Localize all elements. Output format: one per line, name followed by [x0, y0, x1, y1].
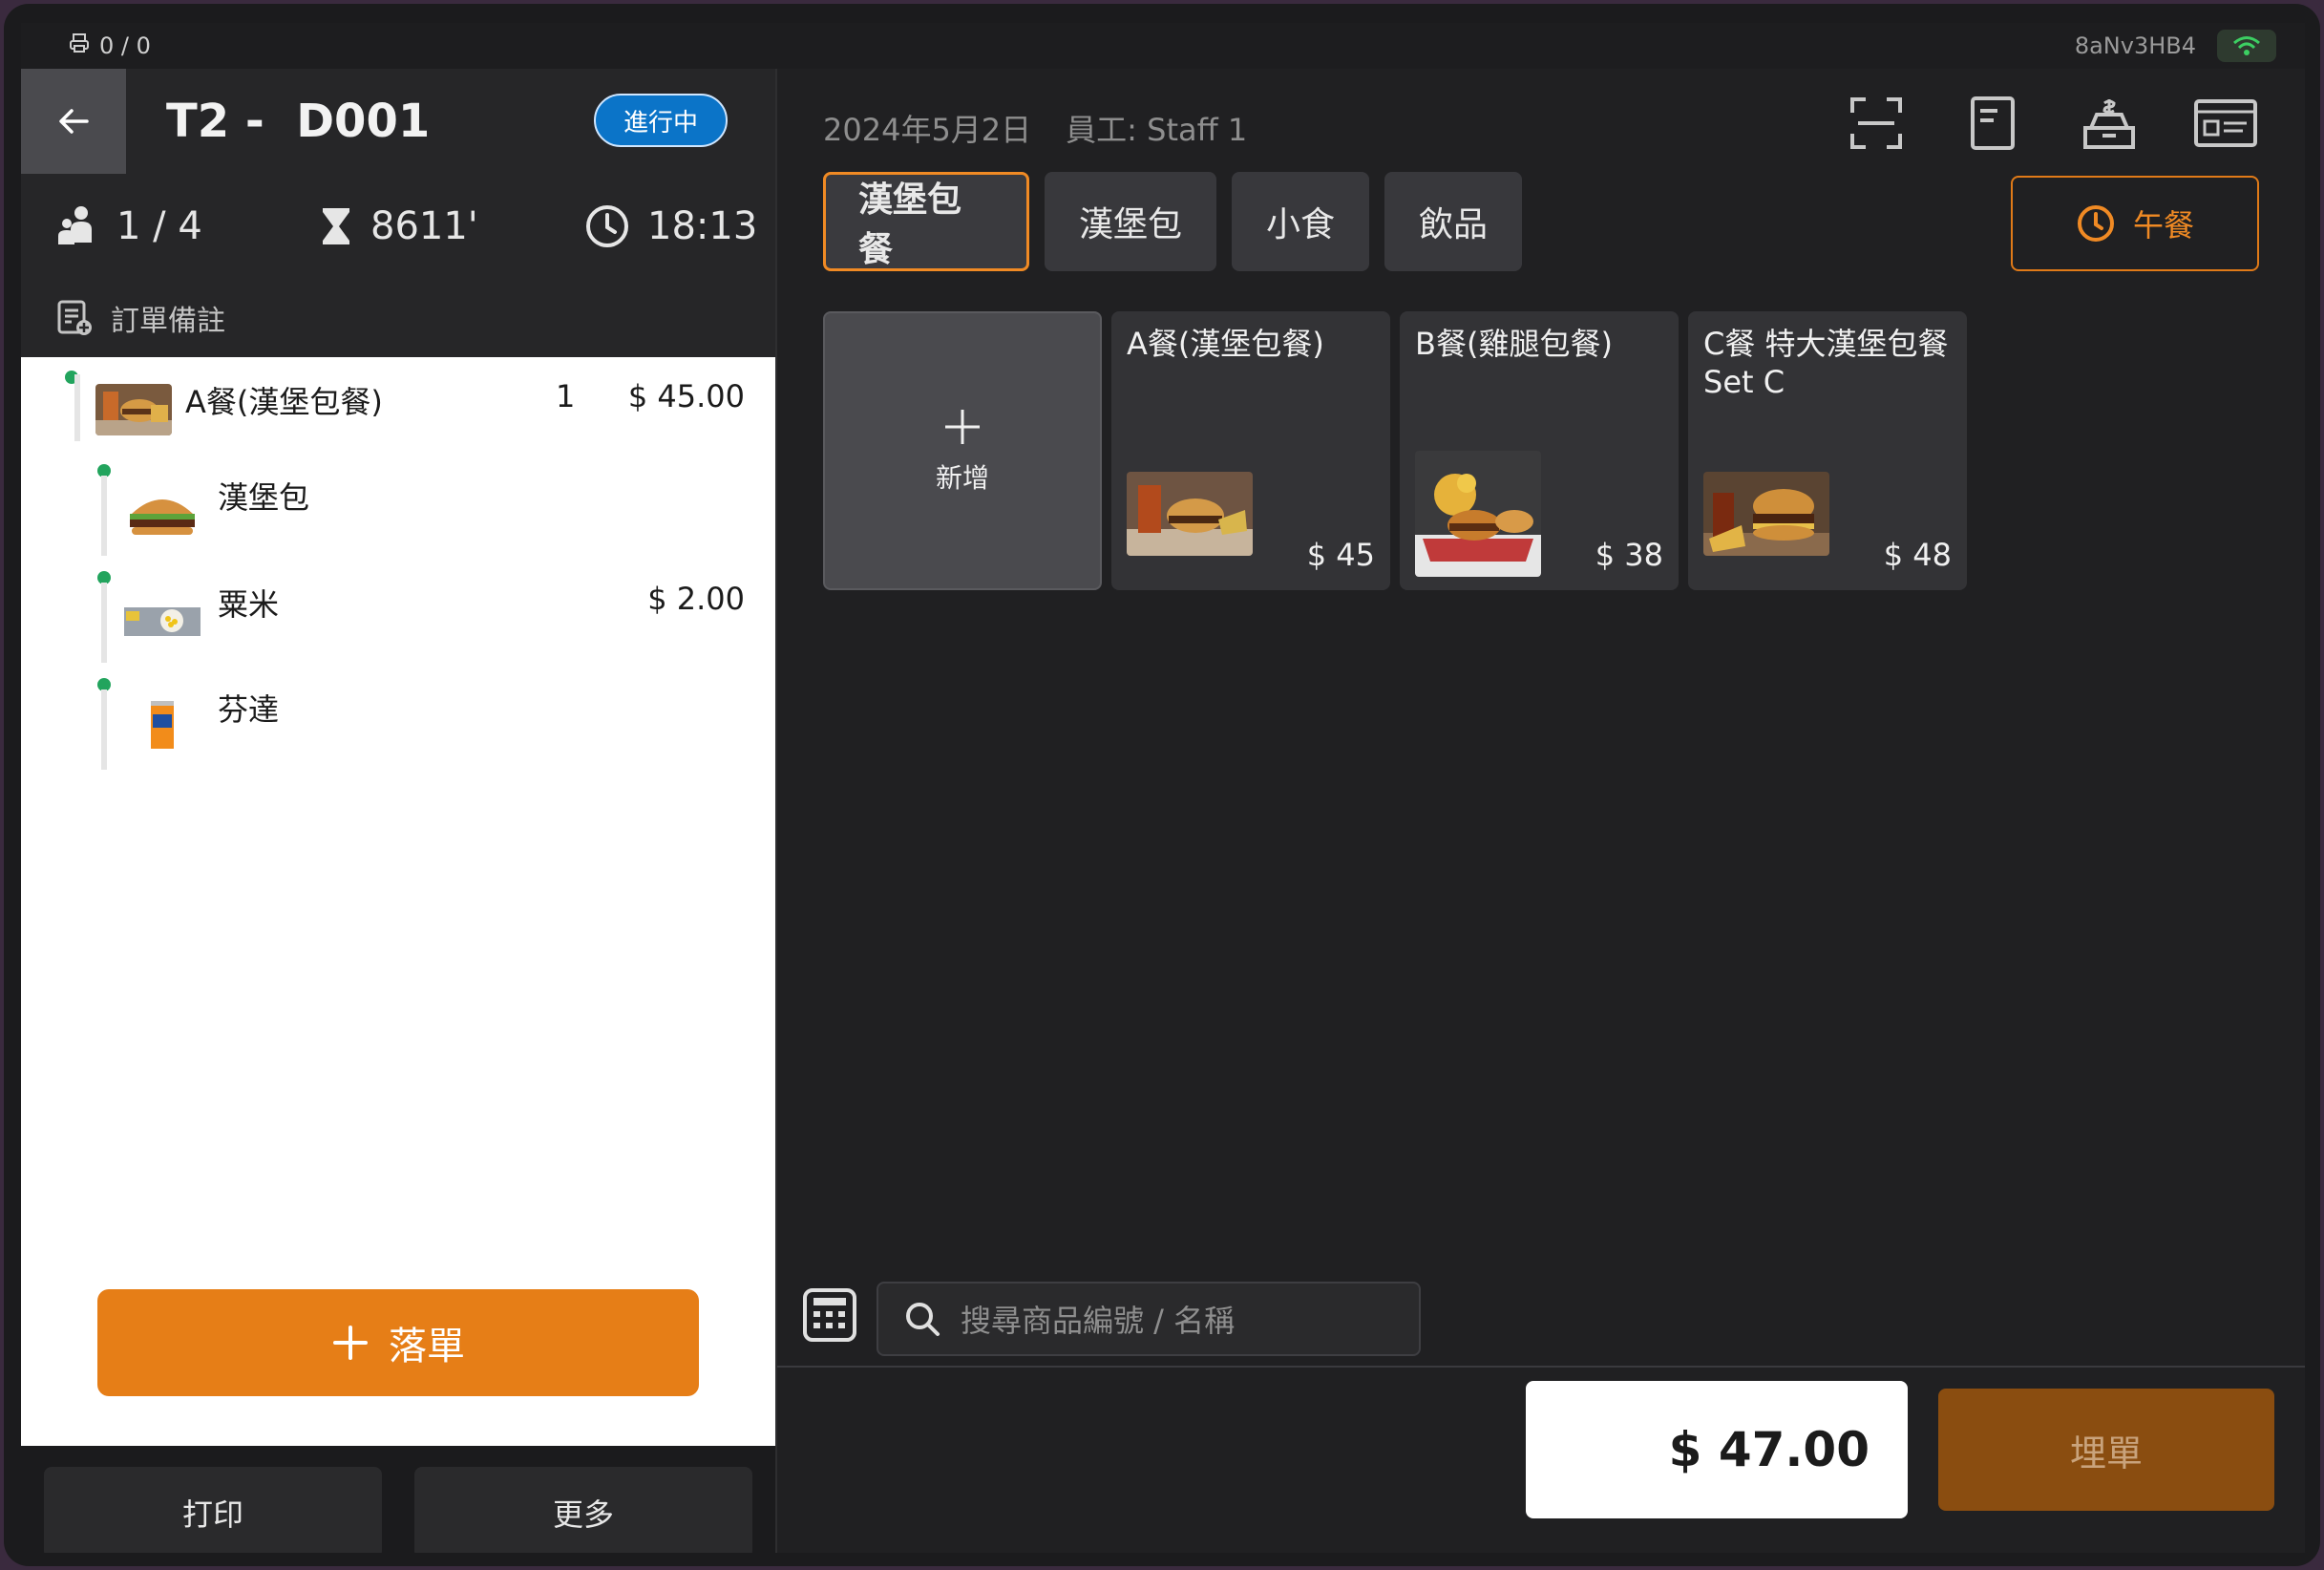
add-product-tile[interactable]: 新增	[823, 311, 1102, 590]
guest-count[interactable]: 1 / 4	[55, 174, 202, 279]
corn-thumbnail	[124, 596, 201, 647]
submit-order-label: 落單	[389, 1325, 465, 1368]
item-indent-bar	[101, 583, 107, 663]
settle-bill-button[interactable]: 埋單	[1938, 1389, 2274, 1511]
product-name: B餐(雞腿包餐)	[1415, 326, 1613, 362]
id-card-icon[interactable]	[2192, 90, 2259, 157]
guest-count-value: 1 / 4	[116, 204, 202, 248]
order-item-list: A餐(漢堡包餐) 1 $ 45.00 漢堡包 粟米 $ 2.00 芬達	[21, 357, 775, 1446]
tab-snacks[interactable]: 小食	[1232, 172, 1369, 271]
order-item-price: $ 2.00	[647, 581, 745, 617]
duration-value: 8611'	[370, 204, 478, 248]
order-header: T2 - D001 進行中	[21, 69, 775, 174]
item-indent-bar	[74, 374, 80, 441]
product-price: $ 38	[1595, 537, 1663, 573]
order-item-name: 芬達	[218, 691, 280, 728]
staff-name: 員工: Staff 1	[1066, 112, 1248, 148]
meal-period-button[interactable]: 午餐	[2011, 176, 2259, 271]
add-product-label: 新增	[935, 462, 989, 494]
time-value: 18:13	[647, 204, 758, 248]
receipt-icon[interactable]	[1959, 90, 2026, 157]
more-button[interactable]: 更多	[414, 1467, 752, 1553]
print-button[interactable]: 打印	[44, 1467, 382, 1553]
product-price: $ 45	[1306, 537, 1375, 573]
scan-icon[interactable]	[1843, 90, 1910, 157]
fanta-can-thumbnail	[124, 697, 201, 749]
toolbar	[1843, 90, 2259, 157]
table-title: T2 - D001	[166, 95, 431, 148]
order-sub-item[interactable]: 芬達	[21, 678, 775, 774]
product-grid: 新增 A餐(漢堡包餐) $ 45 B餐(雞腿包餐) $ 38 C餐 特大漢堡包餐…	[823, 311, 1967, 590]
combo-meal-thumbnail	[95, 384, 172, 435]
tab-drinks[interactable]: 飲品	[1384, 172, 1522, 271]
plus-icon	[945, 410, 980, 444]
order-item-price: $ 45.00	[627, 378, 745, 414]
printer-status: 0 / 0	[69, 29, 151, 63]
item-indent-bar	[101, 476, 107, 556]
order-note-button[interactable]: 訂單備註	[21, 279, 775, 357]
clock-icon	[586, 205, 628, 247]
session-info: 2024年5月2日 員工: Staff 1	[823, 99, 1247, 157]
printer-icon	[69, 32, 90, 59]
burger-meal-photo	[1127, 472, 1253, 556]
clock-icon	[2077, 205, 2114, 242]
calculator-icon[interactable]	[802, 1287, 857, 1343]
menu-panel: 2024年5月2日 員工: Staff 1 漢堡包餐 漢堡包 小食 飲品 午餐 …	[775, 69, 2305, 1553]
product-name: A餐(漢堡包餐)	[1127, 326, 1324, 362]
hourglass-icon	[323, 208, 349, 244]
order-item-name: 粟米	[218, 586, 280, 623]
product-card[interactable]: C餐 特大漢堡包餐 Set C $ 48	[1688, 311, 1967, 590]
status-bar: 0 / 0 8aNv3HB4	[21, 23, 2305, 69]
people-icon	[58, 206, 92, 244]
back-button[interactable]	[21, 69, 126, 174]
cash-register-icon[interactable]	[2076, 90, 2143, 157]
arrow-left-icon	[59, 109, 89, 134]
product-card[interactable]: A餐(漢堡包餐) $ 45	[1111, 311, 1390, 590]
order-stats: 1 / 4 8611' 18:13	[21, 174, 775, 279]
big-burger-photo	[1703, 472, 1829, 556]
order-panel: T2 - D001 進行中 1 / 4 8611' 18:13 訂單備註 A餐(…	[21, 69, 775, 1553]
wifi-icon	[2217, 30, 2276, 62]
note-add-icon	[57, 300, 92, 335]
order-total: $ 47.00	[1526, 1381, 1908, 1518]
search-placeholder: 搜尋商品編號 / 名稱	[961, 1303, 1236, 1339]
order-item-name: A餐(漢堡包餐)	[185, 384, 383, 420]
order-time: 18:13	[584, 174, 757, 279]
product-card[interactable]: B餐(雞腿包餐) $ 38	[1400, 311, 1679, 590]
product-price: $ 48	[1883, 537, 1952, 573]
search-bar-row: 搜尋商品編號 / 名稱	[777, 1280, 2305, 1368]
item-indent-bar	[101, 690, 107, 770]
plus-icon	[333, 1326, 368, 1360]
tab-burgers[interactable]: 漢堡包	[1045, 172, 1216, 271]
current-date: 2024年5月2日	[823, 112, 1032, 148]
order-item[interactable]: A餐(漢堡包餐) 1 $ 45.00	[21, 357, 775, 453]
printer-count: 0 / 0	[99, 32, 151, 59]
app-screen: 0 / 0 8aNv3HB4 T2 - D001 進行中 1 / 4 8611'…	[21, 23, 2305, 1553]
order-duration: 8611'	[319, 174, 478, 279]
order-item-name: 漢堡包	[218, 479, 310, 516]
chicken-burger-photo	[1415, 451, 1541, 577]
order-footer: 打印 更多	[21, 1446, 775, 1553]
order-item-qty: 1	[556, 378, 576, 414]
search-input[interactable]: 搜尋商品編號 / 名稱	[877, 1282, 1421, 1356]
tab-burger-meals[interactable]: 漢堡包餐	[823, 172, 1029, 271]
burger-thumbnail	[124, 489, 201, 541]
submit-order-button[interactable]: 落單	[97, 1289, 699, 1396]
order-status-badge: 進行中	[594, 94, 728, 147]
device-status: 8aNv3HB4	[2075, 29, 2276, 63]
order-sub-item[interactable]: 漢堡包	[21, 464, 775, 560]
category-tabs: 漢堡包餐 漢堡包 小食 飲品	[823, 172, 1522, 271]
order-sub-item[interactable]: 粟米 $ 2.00	[21, 571, 775, 667]
product-name: C餐 特大漢堡包餐 Set C	[1703, 326, 1949, 400]
order-note-label: 訂單備註	[111, 305, 225, 338]
device-frame: 0 / 0 8aNv3HB4 T2 - D001 進行中 1 / 4 8611'…	[4, 4, 2320, 1566]
device-id: 8aNv3HB4	[2074, 32, 2196, 59]
meal-period-label: 午餐	[2132, 207, 2194, 244]
search-icon	[906, 1303, 940, 1336]
